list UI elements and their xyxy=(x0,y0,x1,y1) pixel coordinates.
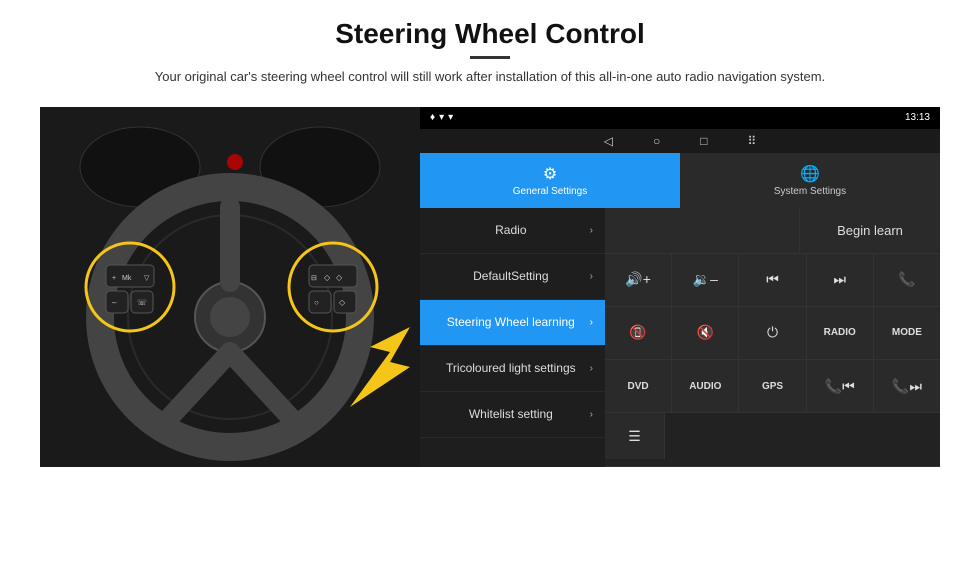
control-panel: Begin learn 🔊+ 🔉– xyxy=(605,208,940,467)
menu-item-radio-label: Radio xyxy=(432,223,590,237)
tab-system-label: System Settings xyxy=(774,186,846,197)
home-nav-icon[interactable]: ○ xyxy=(653,134,660,148)
menu-item-steering-label: Steering Wheel learning xyxy=(432,315,590,329)
status-bar: ♦ ▾ ▾ 13:13 xyxy=(420,107,940,129)
menu-item-radio[interactable]: Radio › xyxy=(420,208,605,254)
menu-item-steering[interactable]: Steering Wheel learning › xyxy=(420,300,605,346)
ctrl-row-4: ☰ xyxy=(605,413,940,466)
phone-button[interactable]: 📞 xyxy=(874,254,940,306)
photo-side: + Mk ▽ – ☏ ⊟ ◇ ◇ ○ ◇ xyxy=(40,107,420,467)
svg-text:☏: ☏ xyxy=(137,298,147,307)
page-title: Steering Wheel Control xyxy=(155,18,825,50)
recent-nav-icon[interactable]: □ xyxy=(700,134,707,148)
dvd-button[interactable]: DVD xyxy=(605,360,672,412)
page-container: Steering Wheel Control Your original car… xyxy=(0,0,980,564)
power-icon: ⏻ xyxy=(767,324,778,341)
prev-track-button[interactable]: ⏮ xyxy=(739,254,806,306)
signal-icon: ▾ xyxy=(448,112,453,123)
list-icon: ☰ xyxy=(628,428,641,445)
wifi-icon: ▾ xyxy=(439,112,444,123)
gps-label: GPS xyxy=(762,381,783,392)
mode-button[interactable]: MODE xyxy=(874,307,940,359)
menu-item-tricoloured[interactable]: Tricoloured light settings › xyxy=(420,346,605,392)
back-nav-icon[interactable]: ◁ xyxy=(604,134,613,148)
prev-track-icon: ⏮ xyxy=(766,271,779,288)
svg-text:+: + xyxy=(112,275,116,282)
svg-text:▽: ▽ xyxy=(144,275,150,282)
hang-up-button[interactable]: 📵 xyxy=(605,307,672,359)
tel-next-button[interactable]: 📞⏭ xyxy=(874,360,940,412)
radio-label: RADIO xyxy=(824,327,856,338)
radio-button[interactable]: RADIO xyxy=(807,307,874,359)
gps-button[interactable]: GPS xyxy=(739,360,806,412)
tab-general-label: General Settings xyxy=(513,186,588,197)
mute-icon: 🔇 xyxy=(697,324,714,341)
title-section: Steering Wheel Control Your original car… xyxy=(155,18,825,99)
ctrl-row-1: 🔊+ 🔉– ⏮ ⏭ 📞 xyxy=(605,254,940,307)
system-settings-icon: 🌐 xyxy=(800,164,820,184)
tel-next-icon: 📞⏭ xyxy=(892,378,922,395)
chevron-icon: › xyxy=(590,225,593,236)
menu-list: Radio › DefaultSetting › Steering Wheel … xyxy=(420,208,605,467)
title-divider xyxy=(470,56,510,59)
hang-up-icon: 📵 xyxy=(629,324,646,341)
svg-text:○: ○ xyxy=(314,298,319,307)
chevron-icon: › xyxy=(590,317,593,328)
steering-wheel-bg: + Mk ▽ – ☏ ⊟ ◇ ◇ ○ ◇ xyxy=(40,107,420,467)
general-settings-icon: ⚙ xyxy=(543,164,557,184)
radio-row: Begin learn xyxy=(605,208,940,254)
power-button[interactable]: ⏻ xyxy=(739,307,806,359)
controls-grid: 🔊+ 🔉– ⏮ ⏭ 📞 xyxy=(605,254,940,467)
main-content: Radio › DefaultSetting › Steering Wheel … xyxy=(420,208,940,467)
dvd-label: DVD xyxy=(628,381,649,392)
begin-learn-button[interactable]: Begin learn xyxy=(800,208,940,253)
ctrl-row-3: DVD AUDIO GPS 📞⏮ xyxy=(605,360,940,413)
chevron-icon: › xyxy=(590,271,593,282)
svg-text:–: – xyxy=(112,298,117,307)
mode-label: MODE xyxy=(892,327,922,338)
menu-item-defaultsetting-label: DefaultSetting xyxy=(432,269,590,283)
menu-item-tricoloured-label: Tricoloured light settings xyxy=(432,361,590,375)
tab-system[interactable]: 🌐 System Settings xyxy=(680,153,940,208)
tel-prev-icon: 📞⏮ xyxy=(825,378,855,395)
tab-general[interactable]: ⚙ General Settings xyxy=(420,153,680,208)
settings-tabs: ⚙ General Settings 🌐 System Settings xyxy=(420,153,940,208)
chevron-icon: › xyxy=(590,363,593,374)
vol-down-icon: 🔉– xyxy=(693,271,718,288)
content-area: + Mk ▽ – ☏ ⊟ ◇ ◇ ○ ◇ xyxy=(40,107,940,467)
menu-nav-icon[interactable]: ⠿ xyxy=(747,134,756,148)
next-track-icon: ⏭ xyxy=(833,271,846,288)
mute-button[interactable]: 🔇 xyxy=(672,307,739,359)
next-track-button[interactable]: ⏭ xyxy=(807,254,874,306)
svg-text:◇: ◇ xyxy=(336,273,343,282)
device-side: ♦ ▾ ▾ 13:13 ◁ ○ □ ⠿ ⚙ General Settings xyxy=(420,107,940,467)
menu-item-defaultsetting[interactable]: DefaultSetting › xyxy=(420,254,605,300)
status-icons: ♦ ▾ ▾ xyxy=(430,112,453,123)
vol-up-icon: 🔊+ xyxy=(625,271,651,288)
ctrl-row-2: 📵 🔇 ⏻ RADIO MO xyxy=(605,307,940,360)
menu-item-whitelist-label: Whitelist setting xyxy=(432,407,590,421)
time-display: 13:13 xyxy=(905,112,930,123)
svg-text:⊟: ⊟ xyxy=(311,275,317,282)
vol-up-button[interactable]: 🔊+ xyxy=(605,254,672,306)
svg-text:Mk: Mk xyxy=(122,275,132,282)
vol-down-button[interactable]: 🔉– xyxy=(672,254,739,306)
tel-prev-button[interactable]: 📞⏮ xyxy=(807,360,874,412)
phone-icon: 📞 xyxy=(898,271,915,288)
nav-bar: ◁ ○ □ ⠿ xyxy=(420,129,940,153)
svg-text:◇: ◇ xyxy=(339,298,346,307)
chevron-icon: › xyxy=(590,409,593,420)
svg-text:◇: ◇ xyxy=(324,273,331,282)
menu-item-whitelist[interactable]: Whitelist setting › xyxy=(420,392,605,438)
audio-button[interactable]: AUDIO xyxy=(672,360,739,412)
audio-label: AUDIO xyxy=(689,381,721,392)
radio-empty-area xyxy=(605,208,800,253)
page-subtitle: Your original car's steering wheel contr… xyxy=(155,67,825,87)
location-icon: ♦ xyxy=(430,112,435,123)
list-button[interactable]: ☰ xyxy=(605,413,665,459)
